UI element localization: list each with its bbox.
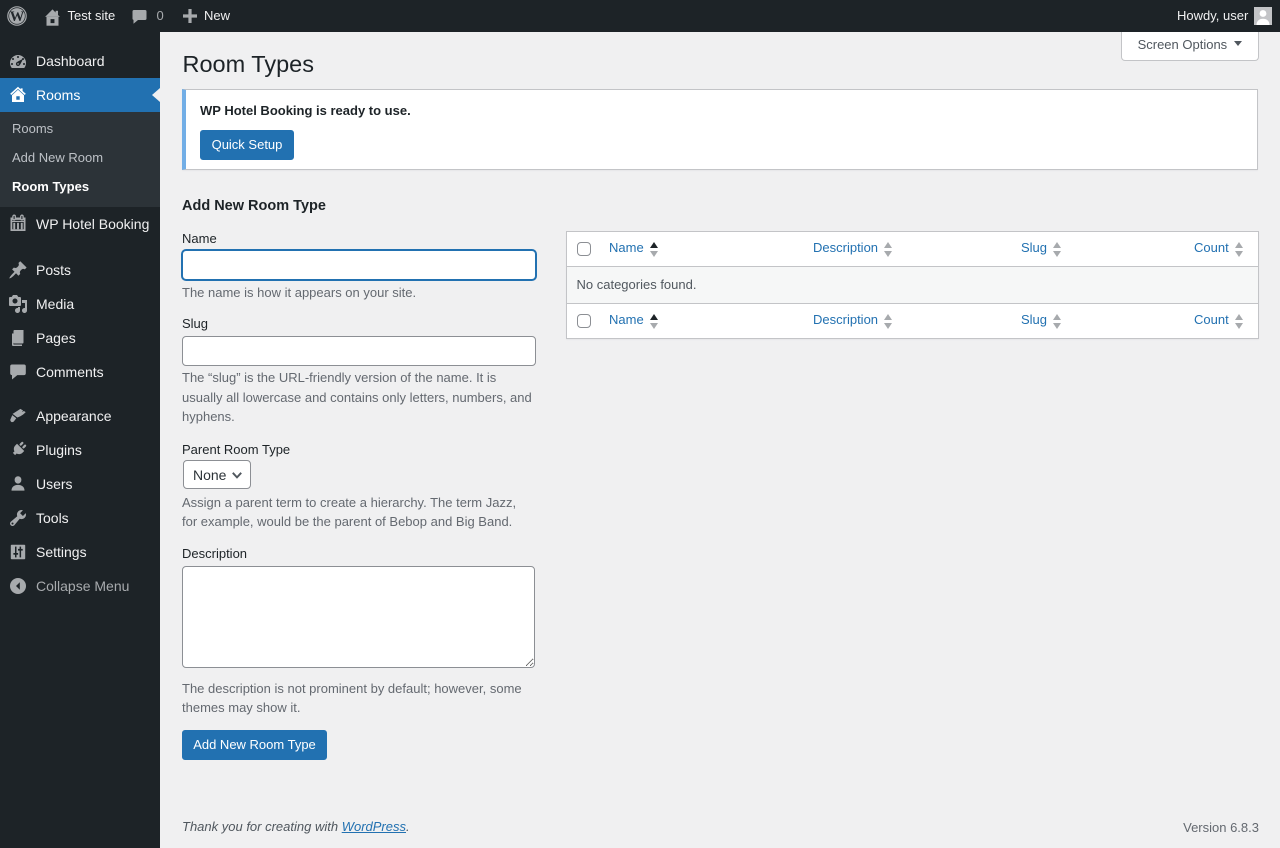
svg-text:W: W bbox=[10, 9, 25, 25]
